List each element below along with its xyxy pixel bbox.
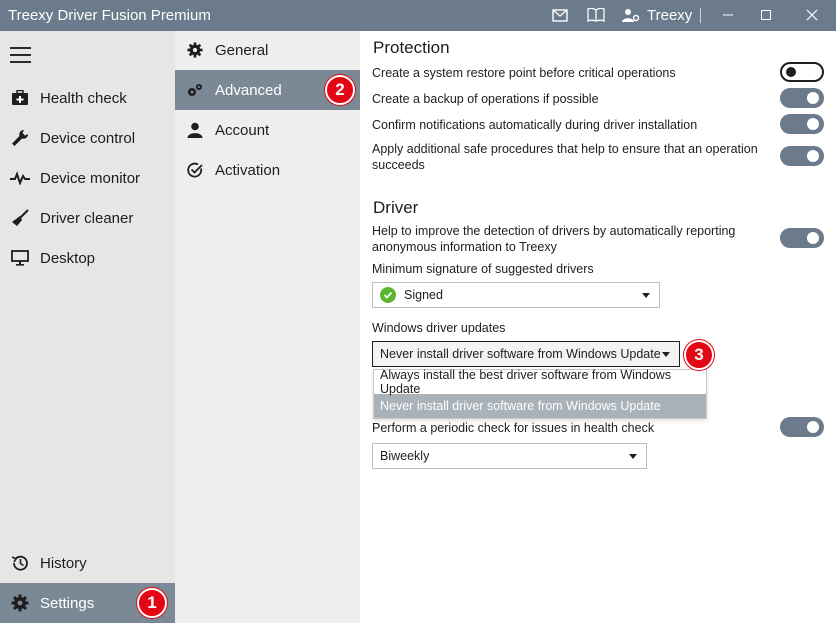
updates-option-never[interactable]: Never install driver software from Windo… [374,394,706,418]
updates-select[interactable]: Never install driver software from Windo… [372,341,680,367]
title-separator [700,8,701,23]
app-title: Treexy Driver Fusion Premium [8,7,211,24]
option-confirm-notifications-label: Confirm notifications automatically duri… [372,118,698,132]
report-toggle[interactable] [780,228,824,248]
tab-activation[interactable]: Activation [175,150,360,190]
step-badge-2: 2 [325,75,355,105]
periodic-frequency-value: Biweekly [380,449,430,463]
periodic-check-toggle[interactable] [780,417,824,437]
driver-title: Driver [373,198,419,217]
step-badge-3: 3 [684,340,714,370]
history-icon [0,554,40,572]
periodic-check-label: Perform a periodic check for issues in h… [372,421,655,435]
signature-label: Minimum signature of suggested drivers [372,262,594,276]
settings-subnav: General Advanced Account Activation [175,31,360,623]
nav-item-label: Device control [40,129,136,147]
check-circle-icon [175,162,215,178]
tab-label: General [215,41,269,59]
nav-item-label: Desktop [40,249,96,267]
option-report-label: Help to improve the detection of drivers… [372,224,736,254]
hamburger-menu-icon[interactable] [10,47,31,63]
pulse-icon [0,171,40,185]
book-icon[interactable] [586,5,606,25]
tab-label: Activation [215,161,281,179]
tab-label: Advanced [215,81,282,99]
periodic-frequency-select[interactable]: Biweekly [372,443,647,469]
backup-toggle[interactable] [780,88,824,108]
nav-item-history[interactable]: History [0,543,175,583]
confirm-notifications-toggle[interactable] [780,114,824,134]
nav-item-driver-cleaner[interactable]: Driver cleaner [0,198,175,238]
nav-item-label: Device monitor [40,169,141,187]
chevron-down-icon [629,454,637,459]
chevron-down-icon [662,352,670,357]
nav-item-label: Settings [40,594,95,612]
updates-dropdown-list: Always install the best driver software … [373,368,707,419]
nav-item-device-monitor[interactable]: Device monitor [0,158,175,198]
gear-icon [0,594,40,612]
minimize-button[interactable] [718,5,738,25]
settings-content: Protection Create a system restore point… [360,31,836,623]
nav-item-desktop[interactable]: Desktop [0,238,175,278]
title-bar: Treexy Driver Fusion Premium Treexy [0,0,836,31]
close-button[interactable] [802,5,822,25]
left-navigation: Health check Device control Device monit… [0,31,175,623]
option-backup-label: Create a backup of operations if possibl… [372,92,599,106]
broom-icon [0,209,40,227]
check-icon [380,287,396,303]
user-settings-icon[interactable] [621,5,641,25]
updates-value: Never install driver software from Windo… [380,347,661,361]
restore-point-toggle[interactable] [780,62,824,82]
nav-item-label: Driver cleaner [40,209,134,227]
nav-item-label: Health check [40,89,127,107]
chevron-down-icon [642,293,650,298]
updates-option-always[interactable]: Always install the best driver software … [374,368,706,396]
medical-kit-icon [0,90,40,106]
gear-icon [175,42,215,58]
signature-select[interactable]: Signed [372,282,660,308]
tab-account[interactable]: Account [175,110,360,150]
gears-icon [175,82,215,98]
protection-title: Protection [373,38,450,57]
tab-label: Account [215,121,270,139]
user-label[interactable]: Treexy [647,7,692,24]
maximize-button[interactable] [756,5,776,25]
option-safe-procedures-label: Apply additional safe procedures that he… [372,142,758,172]
nav-item-label: History [40,554,87,572]
monitor-icon [0,250,40,266]
mail-icon[interactable] [550,5,570,25]
safe-procedures-toggle[interactable] [780,146,824,166]
nav-item-health-check[interactable]: Health check [0,78,175,118]
step-badge-1: 1 [137,588,167,618]
nav-item-device-control[interactable]: Device control [0,118,175,158]
tab-general[interactable]: General [175,30,360,70]
wrench-icon [0,129,40,147]
updates-label: Windows driver updates [372,321,506,335]
user-icon [175,122,215,138]
signature-value: Signed [404,288,443,302]
option-restore-point-label: Create a system restore point before cri… [372,66,676,80]
